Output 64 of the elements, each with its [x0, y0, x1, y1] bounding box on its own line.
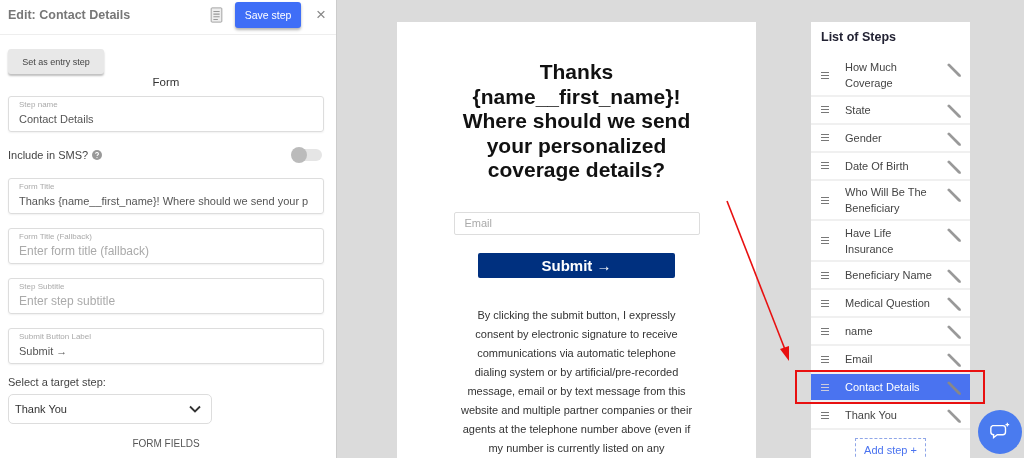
help-icon[interactable] [92, 150, 103, 160]
pencil-icon[interactable] [947, 159, 962, 175]
pencil-icon[interactable] [947, 131, 962, 147]
field-label: Form Title (Fallback) [19, 232, 93, 242]
pencil-icon[interactable] [947, 187, 962, 203]
field-label: Step name [19, 100, 59, 110]
field-value: Contact Details [19, 112, 95, 127]
chevron-down-icon [189, 405, 201, 413]
drag-handle-icon[interactable] [821, 299, 829, 307]
drag-handle-icon[interactable] [821, 162, 829, 170]
field-value: Thanks {name__first_name}! Where should we send your p [19, 194, 310, 209]
add-step-button[interactable]: Add step + [855, 438, 926, 458]
preview-title: Thanks {name__first_name}! Where should we send your personalized coverage details? [462, 60, 691, 183]
step-item[interactable]: Have Life Insurance [811, 221, 970, 260]
sms-toggle[interactable] [292, 149, 322, 161]
consent-text: By clicking the submit button, I expressly consent by electronic signature to receive communications via automatic telephone dialing system or by artificial/pre-recorded message, email or by text message from this website and multiple partner companies or their agents at the telephone number above (even if my number is currently listed on any [460, 308, 693, 456]
panel-title: Edit: Contact Details [8, 8, 132, 22]
select-label: Select a target step: [8, 376, 107, 388]
target-step-select[interactable]: Thank You [8, 394, 212, 424]
drag-handle-icon[interactable] [821, 106, 829, 114]
step-item[interactable]: Email [811, 346, 970, 372]
submit-button[interactable]: Submit → [478, 252, 675, 278]
step-item[interactable]: State [811, 96, 970, 123]
drag-handle-icon[interactable] [821, 411, 829, 419]
text-field[interactable]: Submit Button Label Submit → [8, 328, 324, 364]
pencil-icon[interactable] [947, 325, 962, 340]
step-item[interactable]: How Much Coverage [811, 56, 970, 95]
step-item[interactable]: name [811, 318, 970, 344]
drag-handle-icon[interactable] [821, 237, 829, 245]
field-label: Step Subtitle [19, 282, 66, 292]
drag-handle-icon[interactable] [821, 271, 829, 279]
pencil-icon[interactable] [947, 409, 962, 424]
chat-button[interactable] [978, 410, 1022, 454]
toggle-label: Include in SMS? [8, 149, 89, 161]
section-heading: FORM FIELDS [131, 438, 201, 450]
step-item[interactable]: Beneficiary Name [811, 262, 970, 288]
field-label: Submit Button Label [19, 332, 93, 342]
step-item[interactable]: Who Will Be The Beneficiary [811, 180, 970, 220]
pencil-icon[interactable] [947, 63, 962, 78]
field-label: Form Title [19, 182, 56, 192]
drag-handle-icon[interactable] [821, 355, 829, 363]
drag-handle-icon[interactable] [821, 196, 829, 204]
text-field[interactable]: Form Title Thanks {name__first_name}! Where should we send your p [8, 178, 324, 214]
pencil-icon[interactable] [947, 228, 962, 244]
pencil-icon[interactable] [947, 269, 962, 284]
pencil-icon[interactable] [947, 353, 962, 368]
step-item[interactable]: Gender [811, 124, 970, 151]
email-field[interactable]: Email [453, 211, 700, 235]
pencil-icon[interactable] [947, 103, 962, 119]
field-value: Submit → [19, 344, 69, 359]
step-item[interactable]: Medical Question [811, 290, 970, 316]
entry-step-button[interactable]: Set as entry step [8, 49, 104, 74]
save-button[interactable]: Save step [235, 2, 302, 28]
step-item[interactable]: Thank You [811, 402, 970, 428]
drag-handle-icon[interactable] [821, 134, 829, 142]
steps-title: List of Steps [811, 22, 970, 56]
close-button[interactable]: × [314, 5, 328, 25]
drag-handle-icon[interactable] [821, 327, 829, 335]
drag-handle-icon[interactable] [821, 71, 829, 79]
pencil-icon[interactable] [947, 297, 962, 312]
section-title: Form [151, 76, 181, 88]
document-icon[interactable] [210, 7, 224, 23]
text-field[interactable]: Step name Contact Details [8, 96, 324, 132]
step-item[interactable]: Date Of Birth [811, 152, 970, 179]
